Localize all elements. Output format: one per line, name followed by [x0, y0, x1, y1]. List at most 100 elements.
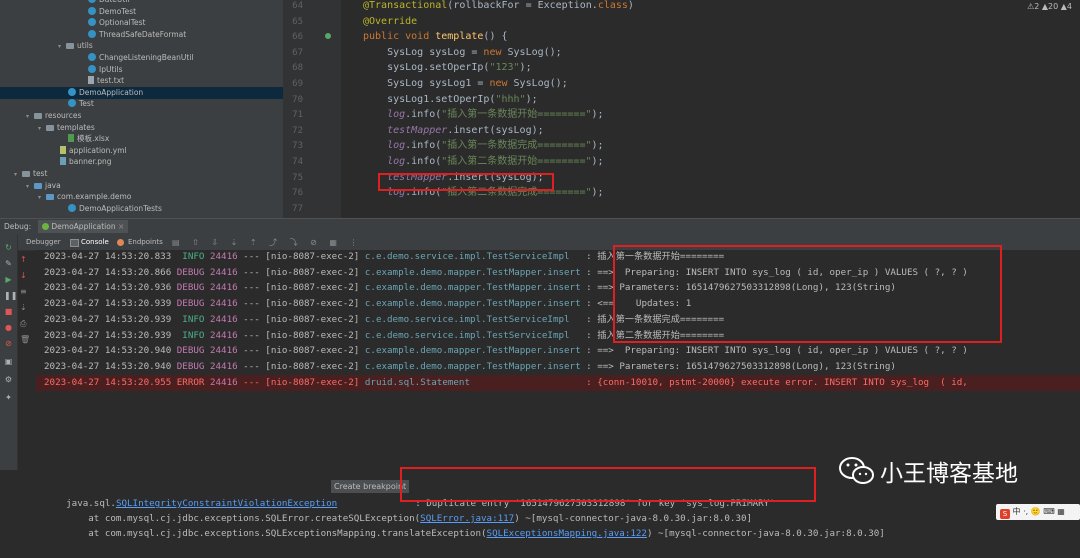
- tree-item[interactable]: ThreadSafeDateFormat: [0, 29, 283, 41]
- log-timestamp: 2023-04-27 14:53:20.939: [44, 329, 177, 341]
- tree-item[interactable]: ▾ resources: [0, 110, 283, 122]
- tab-endpoints[interactable]: Endpoints: [128, 238, 163, 246]
- camera-icon[interactable]: ▣: [4, 357, 13, 366]
- log-class[interactable]: c.e.demo.service.impl.TestServiceImpl: [365, 314, 586, 325]
- log-pid: 24416: [209, 251, 244, 262]
- trace-text: at com.mysql.cj.jdbc.exceptions.SQLExcep…: [66, 528, 487, 539]
- log-level: INFO: [176, 313, 210, 325]
- trash-icon[interactable]: 🗑: [20, 332, 32, 348]
- code-line[interactable]: public void template() {: [363, 29, 508, 45]
- log-message: : ==> Preparing: INSERT INTO sys_log ( i…: [586, 345, 968, 357]
- log-thread: --- [nio-8087-exec-2]: [243, 313, 365, 325]
- trace-link[interactable]: SQLExceptionsMapping.java:122: [487, 528, 647, 539]
- log-level: INFO: [176, 329, 210, 341]
- log-thread: --- [nio-8087-exec-2]: [243, 266, 365, 278]
- tree-item[interactable]: 模板.xlsx: [0, 133, 283, 145]
- log-timestamp: 2023-04-27 14:53:20.833: [44, 251, 177, 262]
- log-class[interactable]: c.example.demo.mapper.TestMapper.insert: [365, 267, 586, 278]
- tree-item-label: ChangeListeningBeanUtil: [99, 53, 194, 62]
- tree-item[interactable]: DemoApplicationTests: [0, 203, 283, 215]
- tree-item[interactable]: DemoTest: [0, 6, 283, 18]
- log-pid: 24416: [209, 266, 244, 278]
- code-line[interactable]: log.info("插入第一条数据完成========");: [363, 138, 603, 154]
- log-class[interactable]: c.e.demo.service.impl.TestServiceImpl: [365, 330, 586, 341]
- tree-item[interactable]: DemoApplication: [0, 86, 283, 99]
- tab-debugger[interactable]: Debugger: [26, 238, 61, 246]
- mute-breakpoints-icon[interactable]: ⊘: [4, 339, 13, 348]
- line-number: 72: [292, 125, 303, 136]
- tree-item-label: DemoApplication: [79, 87, 144, 97]
- gear-icon[interactable]: ⚙: [4, 375, 13, 384]
- log-class[interactable]: c.e.demo.service.impl.TestServiceImpl: [365, 251, 586, 262]
- pause-icon[interactable]: ❚❚: [4, 291, 17, 300]
- up-arrow-icon[interactable]: ↑: [20, 252, 32, 268]
- create-breakpoint-tooltip[interactable]: Create breakpoint: [331, 480, 410, 493]
- ime-toolbar[interactable]: S 中 ·, 🙂 ⌨ ▦: [996, 504, 1080, 520]
- inspection-widget[interactable]: ⚠2 ▲20 ▲4: [1027, 2, 1072, 11]
- tree-item-label: 模板.xlsx: [77, 134, 110, 144]
- run-config-tab[interactable]: DemoApplication ×: [38, 220, 129, 233]
- watermark-text: 小王博客基地: [880, 461, 1018, 487]
- log-thread: --- [nio-8087-exec-2]: [243, 251, 365, 262]
- folder-icon: [66, 43, 74, 50]
- tab-console[interactable]: Console: [81, 238, 109, 246]
- folder-icon: [46, 124, 54, 131]
- log-timestamp: 2023-04-27 14:53:20.955: [44, 376, 177, 388]
- code-line[interactable]: sysLog.setOperIp("123");: [363, 60, 532, 76]
- code-line[interactable]: sysLog1.setOperIp("hhh");: [363, 92, 538, 108]
- tree-item-label: banner.png: [69, 157, 112, 167]
- log-thread: --- [nio-8087-exec-2]: [243, 282, 365, 294]
- code-line[interactable]: SysLog sysLog = new SysLog();: [363, 45, 562, 61]
- tree-item-label: com.example.demo: [57, 192, 132, 202]
- code-line[interactable]: testMapper.insert(sysLog);: [363, 123, 544, 139]
- line-number: 77: [292, 203, 303, 214]
- view-breakpoints-icon[interactable]: ●: [4, 323, 13, 332]
- tree-item[interactable]: ▾ utils: [0, 40, 283, 52]
- line-number: 68: [292, 63, 303, 74]
- code-line[interactable]: @Override: [363, 14, 417, 30]
- log-class[interactable]: c.example.demo.mapper.TestMapper.insert: [365, 298, 586, 309]
- tree-item[interactable]: application.yml: [0, 145, 283, 157]
- tree-item[interactable]: ▾ com.example.demo: [0, 191, 283, 203]
- tree-item[interactable]: ▾ templates: [0, 122, 283, 134]
- toolbar-icons[interactable]: ▤ ⇧ ⇩ ⇣ ⇡ ⤴ ⤵ ⊘ ▦ ⋮: [172, 237, 363, 248]
- resume-icon[interactable]: ▶: [4, 275, 13, 284]
- log-pid: 24416: [209, 345, 244, 357]
- tree-item[interactable]: ChangeListeningBeanUtil: [0, 52, 283, 64]
- code-line[interactable]: log.info("插入第一条数据开始========");: [363, 107, 603, 123]
- code-line[interactable]: @Transactional(rollbackFor = Exception.c…: [363, 0, 634, 14]
- settings-icon[interactable]: ✎: [4, 259, 13, 268]
- log-class[interactable]: c.example.demo.mapper.TestMapper.insert: [365, 361, 586, 372]
- line-number: 65: [292, 16, 303, 27]
- rerun-icon[interactable]: ↻: [4, 243, 13, 252]
- tree-item[interactable]: ▾ java: [0, 180, 283, 192]
- project-tree: DateUtil DemoTest OptionalTestThreadSafeDa…: [0, 0, 284, 218]
- highlight-box-log-messages: [613, 245, 1002, 343]
- stop-icon[interactable]: ■: [4, 307, 13, 316]
- tree-item[interactable]: IpUtils: [0, 64, 283, 76]
- tree-item[interactable]: Test: [0, 98, 283, 110]
- down-arrow-icon[interactable]: ↓: [20, 268, 32, 284]
- line-number: 75: [292, 172, 303, 183]
- scroll-end-icon[interactable]: ⇣: [20, 300, 32, 316]
- log-class[interactable]: c.example.demo.mapper.TestMapper.insert: [365, 282, 586, 293]
- pin-icon[interactable]: ✦: [4, 393, 13, 402]
- log-thread: --- [nio-8087-exec-2]: [243, 298, 365, 310]
- console-scroll-arrows: ↑ ↓ ≡ ⇣ ⎙ 🗑: [20, 252, 32, 348]
- tree-item[interactable]: ▾ test: [0, 168, 283, 180]
- close-icon[interactable]: ×: [118, 222, 124, 231]
- override-marker-icon[interactable]: [325, 33, 331, 39]
- endpoints-icon: [117, 239, 124, 246]
- class-icon: [68, 203, 76, 212]
- wrap-icon[interactable]: ≡: [20, 284, 32, 300]
- tree-item[interactable]: test.txt: [0, 75, 283, 87]
- code-line[interactable]: SysLog sysLog1 = new SysLog();: [363, 76, 568, 92]
- log-class[interactable]: druid.sql.Statement: [365, 377, 586, 388]
- code-line[interactable]: log.info("插入第二条数据开始========");: [363, 154, 603, 170]
- tree-item[interactable]: banner.png: [0, 156, 283, 168]
- tree-item[interactable]: OptionalTest: [0, 17, 283, 29]
- log-class[interactable]: c.example.demo.mapper.TestMapper.insert: [365, 345, 586, 356]
- sogou-icon: S: [1000, 509, 1010, 519]
- print-icon[interactable]: ⎙: [20, 316, 32, 332]
- class-icon: [88, 53, 96, 61]
